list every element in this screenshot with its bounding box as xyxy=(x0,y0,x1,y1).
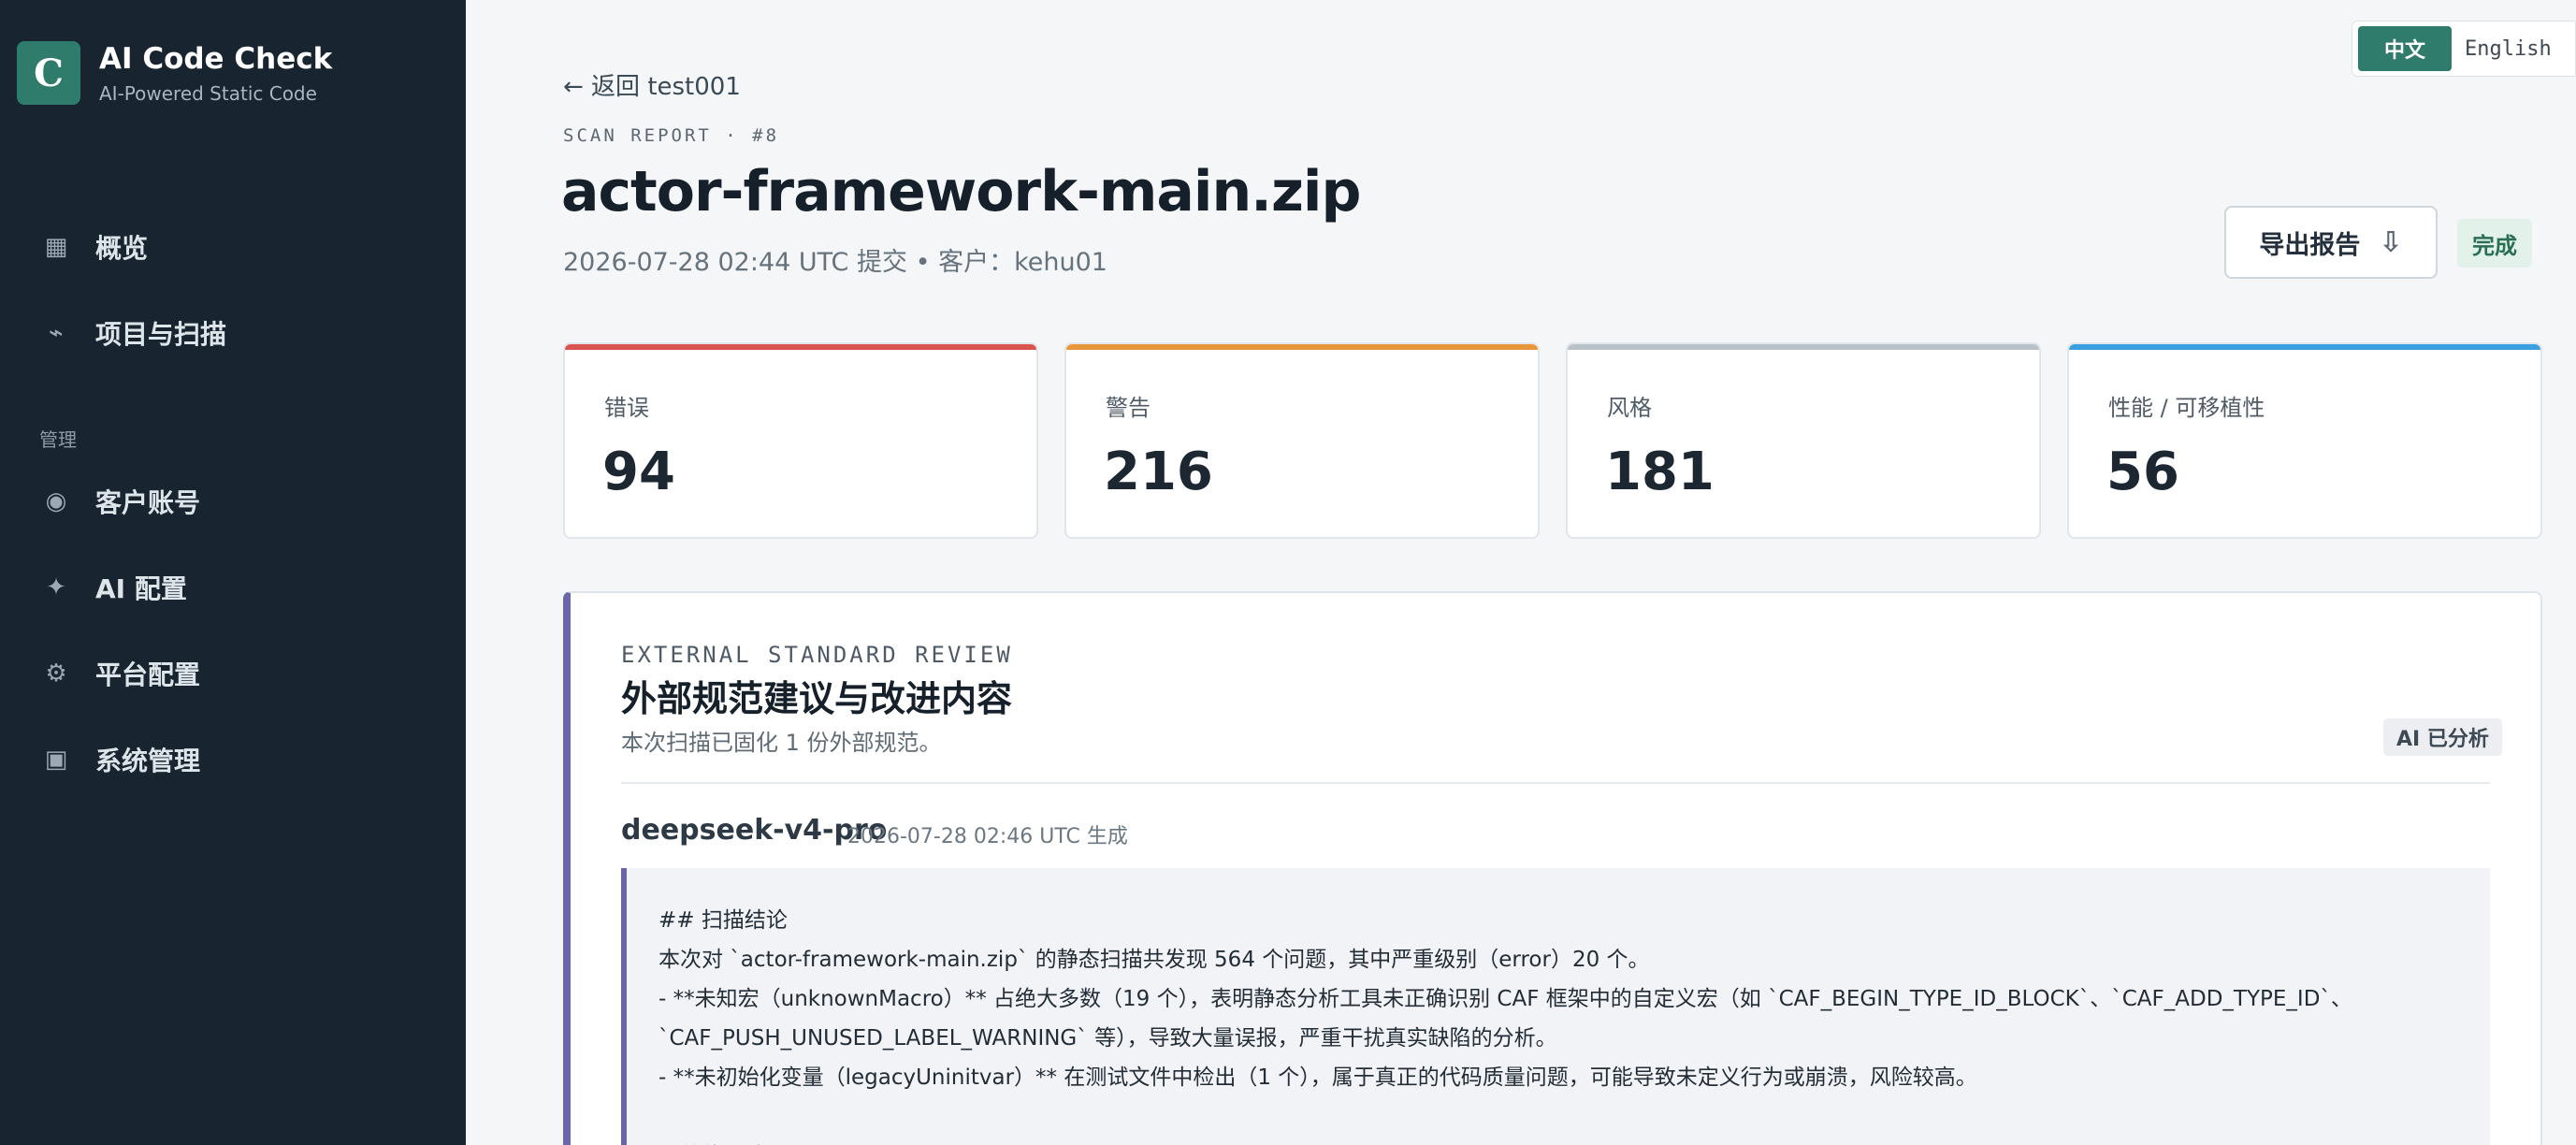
grid-icon: ▦ xyxy=(44,233,68,261)
status-badge: 完成 xyxy=(2457,219,2532,268)
generated-time: 2026-07-28 02:46 UTC 生成 xyxy=(847,825,1128,848)
stat-accent-bar xyxy=(1066,344,1538,350)
stat-accent-bar xyxy=(2069,344,2540,350)
stat-value: 56 xyxy=(2106,442,2179,502)
stat-accent-bar xyxy=(565,344,1036,350)
stat-value: 181 xyxy=(1605,442,1715,502)
export-label: 导出报告 xyxy=(2259,230,2361,260)
brand[interactable]: C AI Code Check AI-Powered Static Code xyxy=(17,41,332,105)
stat-label: 错误 xyxy=(604,395,649,421)
stat-card-errors: 错误 94 xyxy=(563,342,1038,539)
export-report-button[interactable]: 导出报告 ⇩ xyxy=(2224,206,2438,279)
sidebar-item-customers[interactable]: ◉ 客户账号 xyxy=(37,483,200,520)
sidebar-item-label: 系统管理 xyxy=(95,746,201,776)
download-icon: ⇩ xyxy=(2379,225,2403,259)
sidebar-item-label: 项目与扫描 xyxy=(95,319,227,350)
content-line: `CAF_PUSH_UNUSED_LABEL_WARNING` 等），导致大量误… xyxy=(658,1026,1557,1051)
ai-analyzed-badge: AI 已分析 xyxy=(2383,718,2502,756)
content-line: 本次对 `actor-framework-main.zip` 的静态扫描共发现 … xyxy=(658,948,1650,972)
activity-icon: ⌁ xyxy=(49,319,64,347)
stat-card-style: 风格 181 xyxy=(1566,342,2041,539)
sidebar: C AI Code Check AI-Powered Static Code ▦… xyxy=(0,0,466,1145)
sidebar-item-label: 概览 xyxy=(95,233,149,264)
brand-title: AI Code Check xyxy=(99,42,333,76)
sidebar-item-system[interactable]: ▣ 系统管理 xyxy=(37,741,200,778)
external-review-panel: EXTERNAL STANDARD REVIEW 外部规范建议与改进内容 本次扫… xyxy=(563,591,2542,1145)
divider xyxy=(621,782,2490,784)
stat-value: 94 xyxy=(602,442,675,502)
sidebar-group-label: 管理 xyxy=(39,428,77,451)
sidebar-item-label: 平台配置 xyxy=(95,659,201,690)
sparkle-icon: ✦ xyxy=(46,573,66,601)
brand-subtitle: AI-Powered Static Code xyxy=(99,82,317,105)
review-title: 外部规范建议与改进内容 xyxy=(621,678,1013,719)
stat-label: 警告 xyxy=(1106,395,1151,421)
page-title: actor-framework-main.zip xyxy=(561,159,1361,225)
sidebar-item-ai-config[interactable]: ✦ AI 配置 xyxy=(37,569,187,606)
review-kicker: EXTERNAL STANDARD REVIEW xyxy=(621,642,1013,668)
content-line: - **未初始化变量（legacyUninitvar）** 在测试文件中检出（1… xyxy=(658,1065,1977,1090)
lang-en-button[interactable]: English xyxy=(2465,37,2552,61)
stat-card-warnings: 警告 216 xyxy=(1064,342,1540,539)
sidebar-item-overview[interactable]: ▦ 概览 xyxy=(37,228,148,266)
user-circle-icon: ◉ xyxy=(45,487,67,515)
sidebar-item-label: AI 配置 xyxy=(95,573,187,604)
sidebar-item-label: 客户账号 xyxy=(95,487,201,518)
sidebar-item-projects[interactable]: ⌁ 项目与扫描 xyxy=(37,314,226,352)
content-line: **总体风险** xyxy=(658,1138,788,1145)
stat-accent-bar xyxy=(1568,344,2039,350)
logo: C xyxy=(17,41,80,105)
stat-label: 性能 / 可移植性 xyxy=(2108,395,2265,421)
report-meta: 2026-07-28 02:44 UTC 提交 • 客户：kehu01 xyxy=(563,248,1107,277)
content-line: - **未知宏（unknownMacro）** 占绝大多数（19 个），表明静态… xyxy=(658,987,2352,1011)
gear-icon: ⚙ xyxy=(45,659,67,688)
lang-zh-button[interactable]: 中文 xyxy=(2358,26,2453,71)
stat-value: 216 xyxy=(1104,442,1213,502)
square-icon: ▣ xyxy=(44,746,68,774)
language-switch: 中文 English xyxy=(2352,21,2576,77)
back-link[interactable]: ← 返回 test001 xyxy=(563,67,741,102)
report-kicker: SCAN REPORT · #8 xyxy=(563,125,780,146)
stat-card-performance: 性能 / 可移植性 56 xyxy=(2067,342,2542,539)
review-subtitle: 本次扫描已固化 1 份外部规范。 xyxy=(621,730,942,756)
content-line: ## 扫描结论 xyxy=(658,908,788,933)
analysis-content: ## 扫描结论 本次对 `actor-framework-main.zip` 的… xyxy=(621,868,2490,1145)
stat-label: 风格 xyxy=(1607,395,1652,421)
sidebar-item-platform-config[interactable]: ⚙ 平台配置 xyxy=(37,655,200,692)
